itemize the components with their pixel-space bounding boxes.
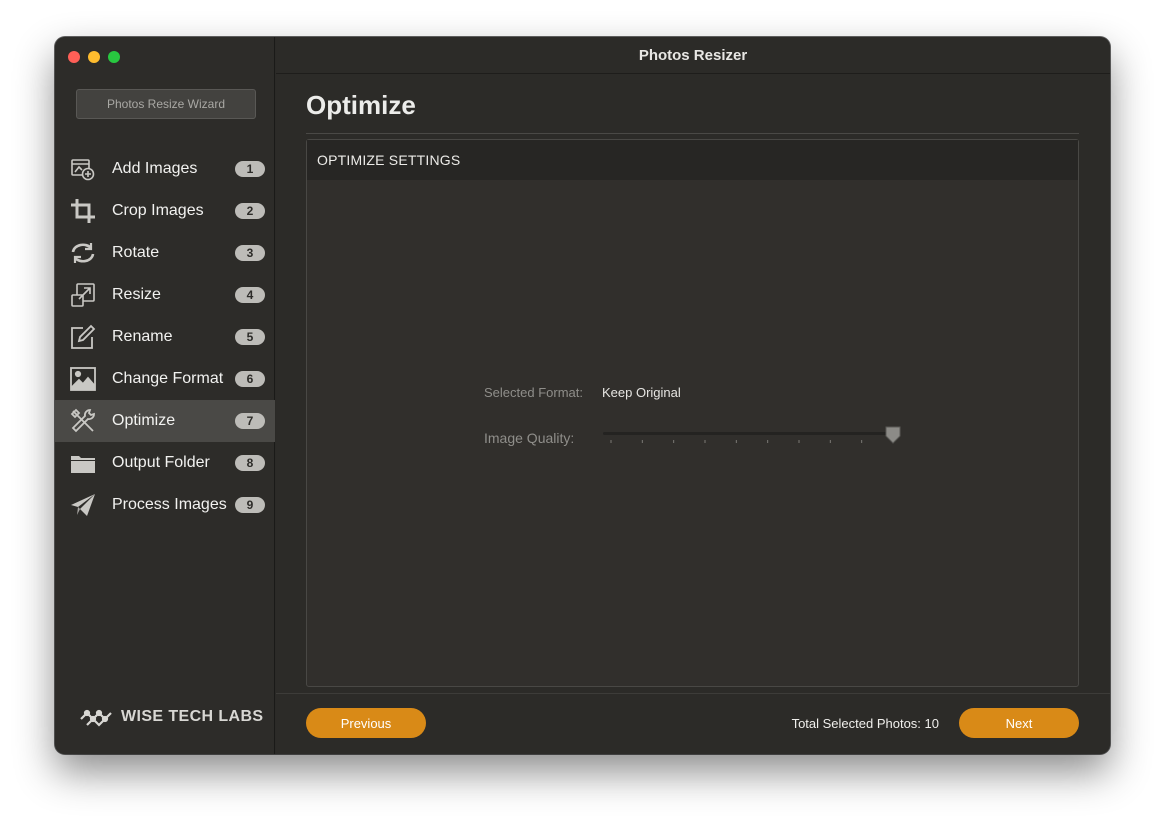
sidebar-item-label: Change Format [112,370,224,387]
sidebar-item-output-folder[interactable]: Output Folder 8 [55,442,275,484]
close-window-button[interactable] [68,51,80,63]
paper-plane-icon [69,491,97,519]
step-badge: 1 [235,161,265,177]
selected-format-value: Keep Original [602,385,681,400]
total-selected-photos: Total Selected Photos: 10 [791,716,939,731]
sidebar-item-resize[interactable]: Resize 4 [55,274,275,316]
optimize-settings-panel: OPTIMIZE SETTINGS Selected Format: Keep … [306,139,1079,687]
sidebar-item-label: Add Images [112,160,198,177]
folder-icon [69,449,97,477]
zoom-window-button[interactable] [108,51,120,63]
add-images-icon [69,155,97,183]
step-badge: 5 [235,329,265,345]
sidebar-item-label: Optimize [112,412,176,429]
step-badge: 8 [235,455,265,471]
tools-icon [69,407,97,435]
sidebar-item-crop-images[interactable]: Crop Images 2 [55,190,275,232]
footer-divider [276,693,1110,694]
sidebar-item-rotate[interactable]: Rotate 3 [55,232,275,274]
panel-header: OPTIMIZE SETTINGS [307,140,1078,180]
crop-icon [69,197,97,225]
sidebar-item-process-images[interactable]: Process Images 9 [55,484,275,526]
selected-format-label: Selected Format: [484,385,583,400]
previous-button[interactable]: Previous [306,708,426,738]
sidebar-item-rename[interactable]: Rename 5 [55,316,275,358]
sidebar-item-label: Rename [112,328,173,345]
resize-icon [69,281,97,309]
main-content: Photos Resizer Optimize OPTIMIZE SETTING… [276,37,1110,754]
rotate-icon [69,239,97,267]
sidebar-item-change-format[interactable]: Change Format 6 [55,358,275,400]
step-badge: 9 [235,497,265,513]
sidebar-item-label: Process Images [112,496,227,513]
brand-name: WISE TECH LABS [121,708,264,725]
window-controls [68,51,120,63]
minimize-window-button[interactable] [88,51,100,63]
title-divider [306,133,1079,134]
sidebar-item-label: Rotate [112,244,160,261]
step-badge: 4 [235,287,265,303]
sidebar-item-label: Output Folder [112,454,210,471]
sidebar-item-optimize[interactable]: Optimize 7 [55,400,275,442]
page-title: Optimize [306,90,416,120]
sidebar-item-label: Resize [112,286,161,303]
image-quality-slider[interactable] [603,426,903,448]
window-title: Photos Resizer [276,37,1110,74]
step-badge: 2 [235,203,265,219]
step-badge: 7 [235,413,265,429]
next-button[interactable]: Next [959,708,1079,738]
photos-resize-wizard-button[interactable]: Photos Resize Wizard [76,89,256,119]
brand-logo: WISE TECH LABS [79,705,264,729]
sidebar: Photos Resize Wizard Add Images 1 Crop I… [55,37,275,754]
app-window: Photos Resize Wizard Add Images 1 Crop I… [55,37,1110,754]
step-badge: 3 [235,245,265,261]
step-badge: 6 [235,371,265,387]
slider-ticks [610,440,894,443]
image-quality-label: Image Quality: [484,430,575,446]
rename-icon [69,323,97,351]
image-icon [69,365,97,393]
sidebar-item-label: Crop Images [112,202,204,219]
slider-thumb[interactable] [885,426,901,444]
wizard-steps-nav: Add Images 1 Crop Images 2 Rotate 3 Resi… [55,148,275,526]
wise-tech-labs-logo-icon [80,709,112,727]
sidebar-item-add-images[interactable]: Add Images 1 [55,148,275,190]
